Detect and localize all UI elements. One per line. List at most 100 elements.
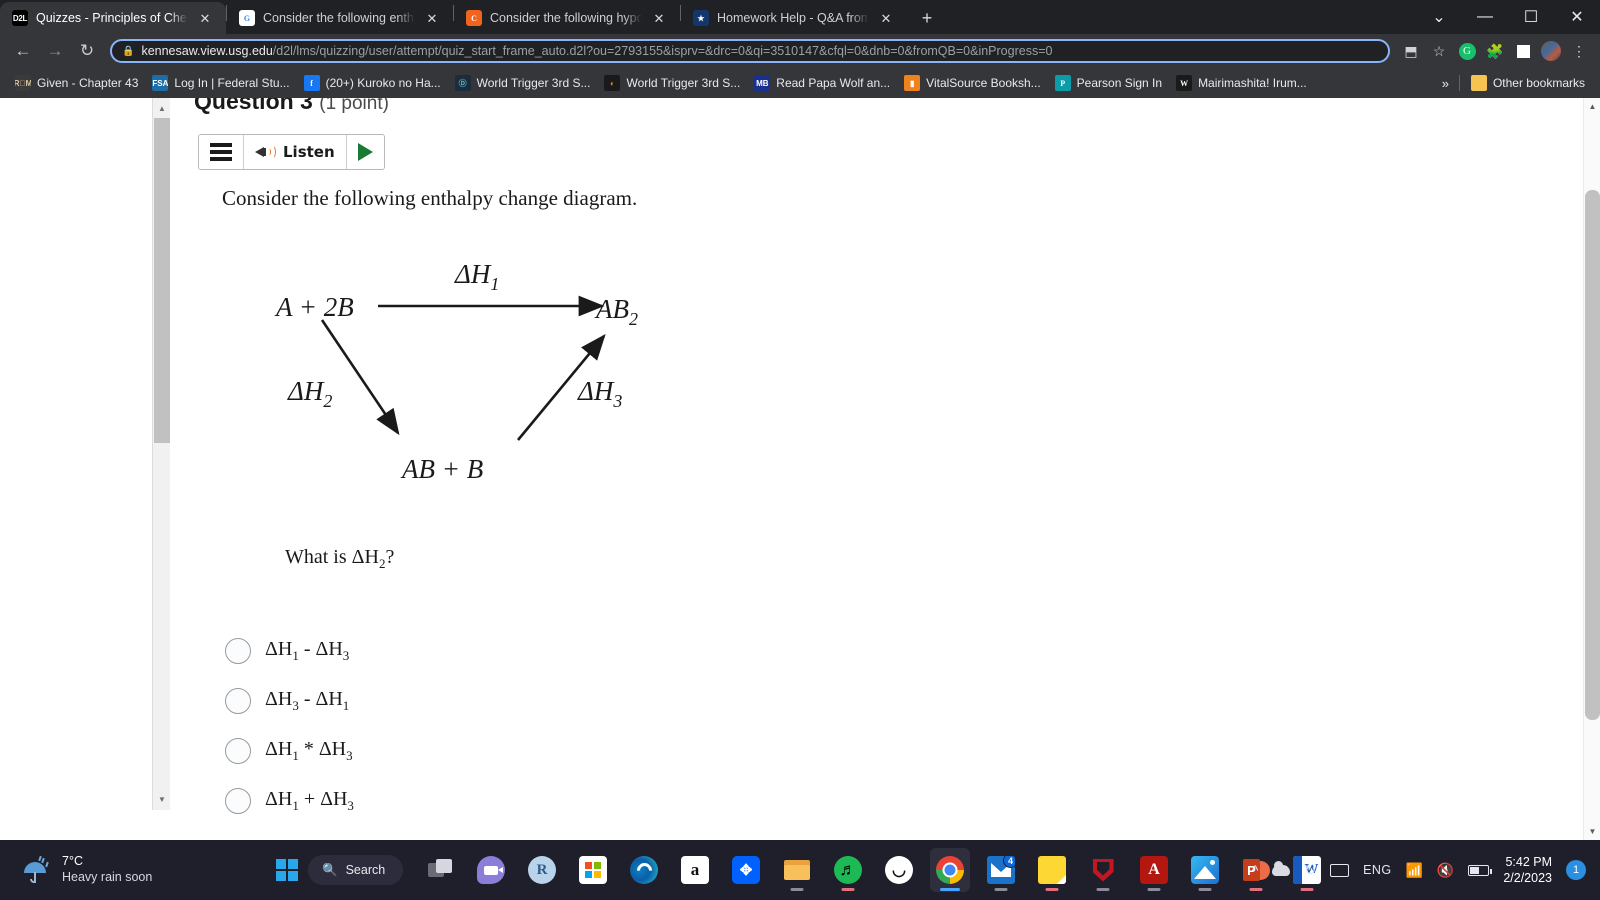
scroll-up-icon[interactable]: ▲ (153, 100, 171, 117)
weather-widget[interactable]: 7°C Heavy rain soon (22, 854, 152, 885)
readspeaker-play-button[interactable] (346, 135, 384, 169)
bookmark-label: World Trigger 3rd S... (476, 76, 591, 90)
tab-enthalpy[interactable]: G Consider the following enthalpy c ✕ (227, 2, 453, 34)
chevron-down-icon[interactable]: ⌄ (1416, 0, 1462, 34)
iframe-scrollbar[interactable]: ▲ ▼ (152, 98, 170, 810)
bookmark-item[interactable]: R᳐M Given - Chapter 43 (8, 72, 145, 94)
sync-icon[interactable]: ↻ (1304, 862, 1316, 879)
bookmark-item[interactable]: W Mairimashita! Irum... (1169, 72, 1314, 94)
quiz-content: Question 3 (1 point) Listen Consider the… (170, 98, 1420, 840)
answer-option-3[interactable]: ΔH1 * ΔH3 (225, 726, 925, 776)
scroll-down-icon[interactable]: ▼ (1584, 823, 1600, 840)
radio-button[interactable] (225, 688, 251, 714)
battery-icon[interactable] (1468, 864, 1493, 876)
reload-icon[interactable]: ↻ (72, 36, 102, 66)
bookmark-item[interactable]: FSA Log In | Federal Stu... (145, 72, 296, 94)
close-icon[interactable]: ✕ (1554, 0, 1600, 34)
new-tab-button[interactable]: + (913, 4, 941, 32)
scroll-up-icon[interactable]: ▲ (1584, 98, 1600, 115)
answer-label: ΔH1 + ΔH3 (265, 788, 354, 814)
taskbar-sticky-notes[interactable] (1032, 848, 1072, 892)
tab-quizzes[interactable]: D2L Quizzes - Principles of Chemistry ✕ (0, 2, 226, 34)
readspeaker-menu-button[interactable] (199, 135, 244, 169)
back-arrow-icon[interactable]: ← (8, 36, 38, 66)
volume-muted-icon[interactable]: 🔇 (1437, 862, 1454, 879)
weather-temperature: 7°C (62, 854, 83, 869)
taskbar-dropbox[interactable]: ✥ (726, 848, 766, 892)
notification-badge[interactable]: 1 (1566, 860, 1586, 880)
tab-close-icon[interactable]: ✕ (877, 9, 895, 27)
answer-option-1[interactable]: ΔH1 - ΔH3 (225, 626, 925, 676)
readspeaker-listen-button[interactable]: Listen (244, 135, 347, 169)
taskbar-mail[interactable]: 4 (981, 848, 1021, 892)
taskbar-amazon[interactable]: a (675, 848, 715, 892)
taskbar-acrobat[interactable]: A (1134, 848, 1174, 892)
taskbar-mcafee[interactable] (1083, 848, 1123, 892)
maximize-icon[interactable]: ☐ (1508, 0, 1554, 34)
taskbar-search[interactable]: 🔍 Search (308, 855, 404, 885)
bookmark-item[interactable]: ▮ VitalSource Booksh... (897, 72, 1048, 94)
bookmark-item[interactable]: Ⓓ World Trigger 3rd S... (448, 72, 598, 94)
radio-button[interactable] (225, 738, 251, 764)
question-text: What is ΔH2? (285, 546, 394, 572)
term: ΔH (265, 688, 293, 710)
wifi-icon[interactable]: 📶 (1405, 862, 1422, 879)
taskbar-task-view[interactable] (420, 848, 460, 892)
taskbar-zoom[interactable] (471, 848, 511, 892)
other-bookmarks-button[interactable]: Other bookmarks (1464, 72, 1592, 94)
bookmark-star-icon[interactable]: ☆ (1426, 38, 1452, 64)
tab-close-icon[interactable]: ✕ (196, 9, 214, 27)
radio-button[interactable] (225, 638, 251, 664)
amazon-icon: a (681, 856, 709, 884)
profile-avatar[interactable] (1538, 38, 1564, 64)
cloud-icon[interactable] (1272, 860, 1291, 876)
bookmark-item[interactable]: MB Read Papa Wolf an... (747, 72, 897, 94)
chrome-icon (936, 856, 964, 884)
three-dot-menu-icon[interactable]: ⋮ (1566, 38, 1592, 64)
square-extension-icon[interactable] (1510, 38, 1536, 64)
iframe-scroll-thumb[interactable] (154, 118, 170, 443)
language-indicator[interactable]: ENG (1363, 863, 1391, 877)
tab-homework-help[interactable]: ★ Homework Help - Q&A from Onl ✕ (681, 2, 907, 34)
arrow-label-dh1: ΔH1 (454, 259, 499, 294)
bookmark-item[interactable]: P Pearson Sign In (1048, 72, 1169, 94)
taskbar-spotify[interactable]: ♬ (828, 848, 868, 892)
page-scroll-thumb[interactable] (1585, 190, 1600, 720)
bookmark-item[interactable]: f (20+) Kuroko no Ha... (297, 72, 448, 94)
minimize-icon[interactable]: — (1462, 0, 1508, 34)
scroll-down-icon[interactable]: ▼ (153, 791, 171, 808)
windows-start-icon[interactable] (276, 859, 298, 881)
chevron-up-icon[interactable]: ^ (1252, 862, 1259, 878)
weather-text: 7°C Heavy rain soon (62, 854, 152, 885)
clock[interactable]: 5:42 PM 2/2/2023 (1503, 854, 1552, 887)
tab-title: Homework Help - Q&A from Onl (717, 11, 869, 25)
node-reactants: A + 2B (274, 292, 354, 322)
answer-option-2[interactable]: ΔH3 - ΔH1 (225, 676, 925, 726)
search-icon: 🔍 (322, 862, 338, 877)
browser-toolbar: ← → ↻ 🔒 kennesaw.view.usg.edu/d2l/lms/qu… (0, 34, 1600, 68)
taskbar-brave[interactable]: ◡ (879, 848, 919, 892)
bookmarks-overflow-icon[interactable]: » (1436, 73, 1455, 94)
taskbar-edge[interactable] (624, 848, 664, 892)
taskbar-microsoft-store[interactable] (573, 848, 613, 892)
grammarly-extension-icon[interactable]: G (1454, 38, 1480, 64)
tab-close-icon[interactable]: ✕ (423, 9, 441, 27)
share-icon[interactable]: ⬒ (1398, 38, 1424, 64)
tab-hypothetical[interactable]: C Consider the following hypotheti ✕ (454, 2, 680, 34)
extensions-puzzle-icon[interactable]: 🧩 (1482, 38, 1508, 64)
page-scrollbar[interactable]: ▲ ▼ (1583, 98, 1600, 840)
keyboard-icon[interactable] (1330, 863, 1350, 877)
answer-option-4[interactable]: ΔH1 + ΔH3 (225, 776, 925, 826)
forward-arrow-icon[interactable]: → (40, 36, 70, 66)
taskbar-chrome[interactable] (930, 848, 970, 892)
radio-button[interactable] (225, 788, 251, 814)
taskbar-rstudio[interactable]: R (522, 848, 562, 892)
tab-close-icon[interactable]: ✕ (650, 9, 668, 27)
address-bar[interactable]: 🔒 kennesaw.view.usg.edu/d2l/lms/quizzing… (110, 39, 1390, 63)
term: ΔH (265, 738, 293, 760)
bookmark-item[interactable]: ◐ World Trigger 3rd S... (597, 72, 747, 94)
folder-icon (783, 856, 811, 884)
diagram-svg: A + 2B AB2 AB + B ΔH1 ΔH2 ΔH3 (274, 259, 638, 484)
taskbar-file-explorer[interactable] (777, 848, 817, 892)
taskbar-photos[interactable] (1185, 848, 1225, 892)
